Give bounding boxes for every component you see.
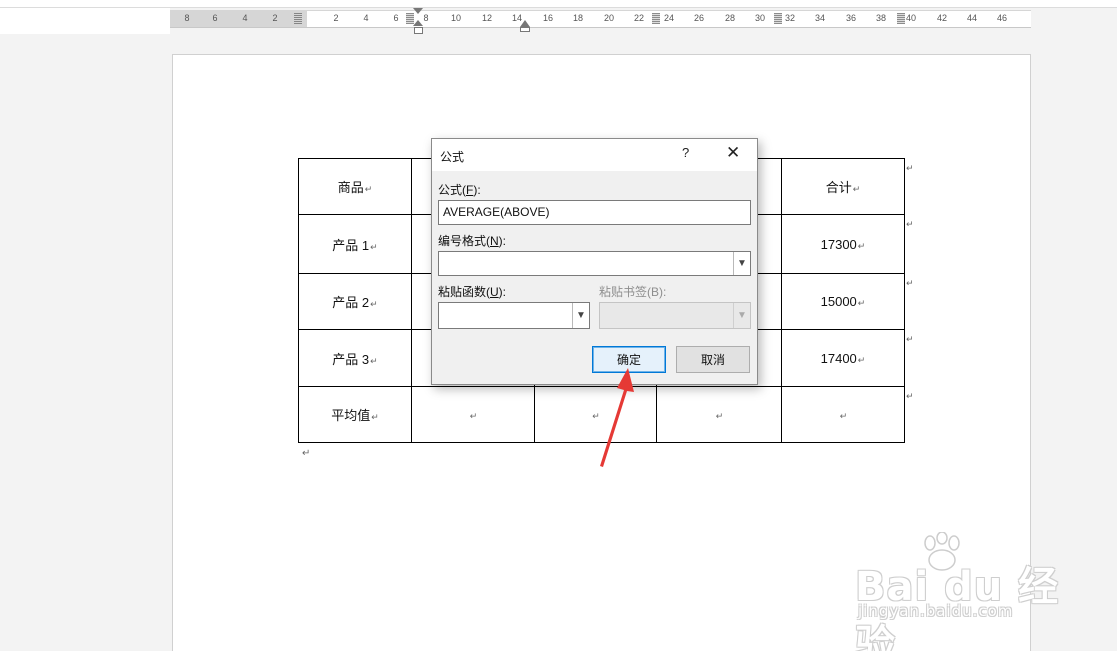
cell-end-mark: ↵ [364,184,373,194]
cell-end-mark: ↵ [371,412,379,422]
ruler-tick-label: 28 [724,13,735,23]
table-cell[interactable]: 产品 2↵ [298,273,412,330]
ruler-tick-label: 44 [966,13,977,23]
ruler-tick-label: 4 [363,13,369,23]
left-indent-icon[interactable] [414,27,423,34]
cell-end-mark: ↵ [469,411,478,421]
table-cell[interactable]: 17300↵ [781,214,905,274]
ruler-tick-label: 16 [542,13,553,23]
cell-text: 产品 2 [332,295,370,310]
row-end-mark: ↵ [906,392,914,402]
row-end-mark: ↵ [906,220,914,230]
formula-input[interactable]: AVERAGE(ABOVE) [438,200,751,225]
horizontal-ruler[interactable]: 8 6 4 2 2 4 6 8 10 12 14 16 18 20 22 24 26 28 30 32 34 36 38 40… [170,10,1031,28]
cell-text: 平均值 [331,408,371,423]
ruler-tick-label: 32 [784,13,795,23]
column-marker-icon[interactable] [897,13,905,24]
ruler-tick-label: 18 [572,13,583,23]
dialog-title: 公式 [440,150,465,164]
close-icon[interactable]: ✕ [726,143,740,163]
table-cell[interactable]: 产品 3↵ [298,329,412,387]
number-format-label: 编号格式(N): [438,234,507,248]
table-cell[interactable]: 产品 1↵ [298,214,412,274]
table-cell[interactable]: 17400↵ [781,329,905,387]
indent-markers[interactable] [413,8,424,36]
cancel-button[interactable]: 取消 [676,346,750,373]
table-cell[interactable]: 平均值↵ [298,386,412,443]
cell-text: 产品 1 [332,237,370,253]
cell-text: 商品 [337,180,364,195]
chevron-down-icon[interactable]: ▼ [572,303,589,328]
ruler-tick-label: 30 [754,13,765,23]
row-end-mark: ↵ [906,335,914,345]
cell-text: 17400 [820,350,857,366]
table-cell[interactable]: ↵ [411,386,535,443]
ruler-tick-label: 8 [184,13,190,23]
paste-bookmark-label: 粘贴书签(B): [599,285,667,299]
number-format-select[interactable]: ▼ [438,251,751,276]
table-cell[interactable]: 合计↵ [781,158,905,215]
help-icon[interactable]: ? [682,145,689,160]
first-line-indent-icon[interactable] [413,8,423,14]
column-marker-icon[interactable] [652,13,660,24]
red-pointer-arrow-icon [600,368,634,467]
formula-label: 公式(F): [438,183,481,197]
cell-end-mark: ↵ [857,298,866,308]
right-indent-icon[interactable] [520,20,530,27]
cell-text: 合计 [825,180,852,195]
watermark-url: jingyan.baidu.com [858,602,1014,620]
ruler-left-area [0,8,170,34]
cell-end-mark: ↵ [370,355,378,366]
chevron-down-icon: ▼ [733,303,750,328]
hanging-indent-icon[interactable] [413,20,423,26]
ruler-tick-label: 26 [693,13,704,23]
paste-function-select[interactable]: ▼ [438,302,590,329]
dialog-titlebar[interactable]: 公式 ? ✕ [432,139,757,171]
cell-end-mark: ↵ [370,299,378,309]
ruler-tick-label: 42 [936,13,947,23]
cell-end-mark: ↵ [857,240,866,251]
right-indent-box-icon [520,27,530,32]
cell-text: 产品 3 [332,351,370,367]
ruler-tick-label: 38 [875,13,886,23]
ruler-tick-label: 36 [845,13,856,23]
paragraph-mark: ↵ [302,448,311,459]
table-cell[interactable]: 15000↵ [781,273,905,330]
cell-text: 15000 [820,294,857,309]
ruler-tick-label: 10 [450,13,461,23]
ruler-tick-label: 2 [333,13,339,23]
ruler-tick-label: 6 [393,13,399,23]
paste-bookmark-select: ▼ [599,302,751,329]
ruler-tick-label: 46 [996,13,1007,23]
cell-end-mark: ↵ [852,184,861,194]
table-cell[interactable]: ↵ [656,386,782,443]
ruler-tick-label: 12 [481,13,492,23]
cell-text: 17300 [820,236,857,252]
cell-end-mark: ↵ [715,411,724,421]
table-cell[interactable]: ↵ [781,386,905,443]
ruler-tick-label: 22 [633,13,644,23]
chevron-down-icon[interactable]: ▼ [733,252,750,275]
row-end-mark: ↵ [906,279,914,289]
cell-end-mark: ↵ [370,241,378,252]
ruler-tick-label: 24 [663,13,674,23]
cell-end-mark: ↵ [839,411,848,421]
top-toolbar-edge [0,0,1117,8]
ruler-tick-label: 2 [272,13,278,23]
ruler-tick-label: 34 [814,13,825,23]
ruler-tick-label: 6 [212,13,218,23]
cell-end-mark: ↵ [857,354,866,365]
row-end-mark: ↵ [906,164,914,174]
table-cell[interactable]: 商品↵ [298,158,412,215]
paste-function-label: 粘贴函数(U): [438,285,507,299]
ruler-tick-label: 20 [603,13,614,23]
formula-dialog: 公式 ? ✕ 公式(F): AVERAGE(ABOVE) 编号格式(N): ▼ … [431,138,758,385]
ruler-tick-label: 4 [242,13,248,23]
column-marker-icon[interactable] [294,13,302,24]
baidu-watermark: Bai du 经验 jingyan.baidu.com [855,532,1065,651]
column-marker-icon[interactable] [774,13,782,24]
